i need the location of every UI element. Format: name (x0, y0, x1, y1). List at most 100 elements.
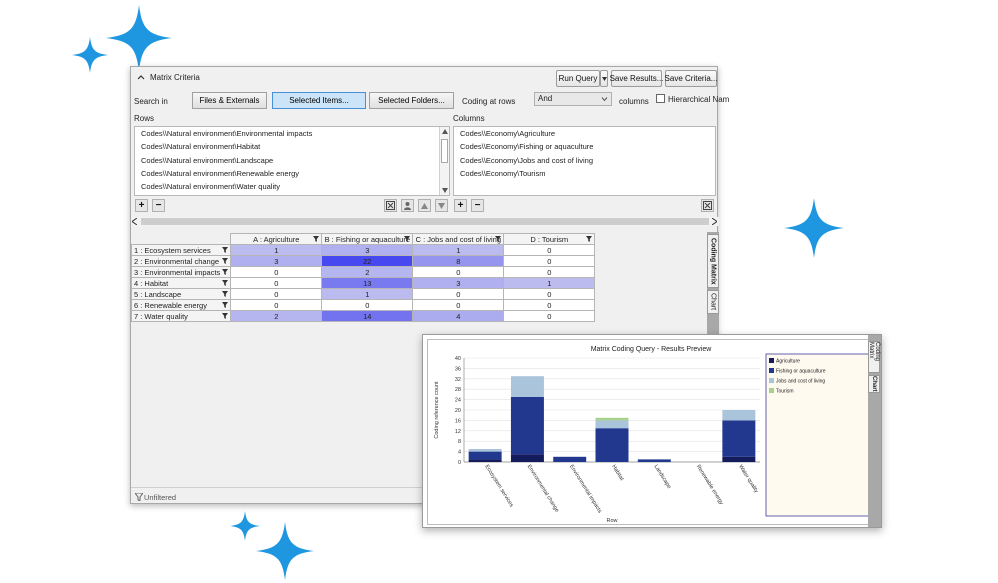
horizontal-scrollbar[interactable] (131, 217, 719, 226)
filter-icon[interactable] (222, 313, 229, 319)
matrix-cell[interactable]: 14 (321, 310, 414, 322)
matrix-cell[interactable]: 0 (503, 310, 596, 322)
matrix-cell[interactable]: 0 (412, 288, 505, 300)
matrix-cell[interactable]: 0 (412, 299, 505, 311)
run-query-dropdown-button[interactable] (600, 70, 608, 87)
clear-columns-button[interactable] (701, 199, 714, 212)
add-column-button[interactable]: + (454, 199, 467, 212)
list-item[interactable]: Codes\\Economy\Jobs and cost of living (454, 154, 715, 167)
operator-select[interactable]: And (534, 92, 612, 106)
matrix-cell[interactable]: 3 (230, 255, 323, 267)
legend-label: Agriculture (776, 359, 800, 365)
selected-folders-button[interactable]: Selected Folders... (369, 92, 454, 109)
matrix-cell[interactable]: 1 (503, 277, 596, 289)
tab-coding-matrix[interactable]: Coding Matrix (707, 234, 719, 288)
user-button[interactable] (401, 199, 414, 212)
matrix-cell[interactable]: 2 (230, 310, 323, 322)
remove-column-button[interactable]: − (471, 199, 484, 212)
chevron-down-icon (601, 97, 608, 102)
list-item[interactable]: Codes\\Natural environment\Habitat (135, 140, 449, 153)
filter-icon[interactable] (222, 269, 229, 275)
bar-segment (722, 420, 756, 457)
scroll-track[interactable] (141, 218, 709, 225)
bar-segment (637, 459, 671, 462)
scroll-right-icon[interactable] (712, 218, 717, 225)
sparkle-large-bottom (256, 522, 314, 580)
matrix-cell[interactable]: 1 (230, 244, 323, 256)
column-header[interactable]: D : Tourism (503, 233, 596, 245)
matrix-cell[interactable]: 0 (503, 244, 596, 256)
column-header[interactable]: C : Jobs and cost of living (412, 233, 505, 245)
scroll-thumb[interactable] (441, 139, 448, 163)
list-item[interactable]: Codes\\Natural environment\Environmental… (135, 127, 449, 140)
matrix-cell[interactable]: 22 (321, 255, 414, 267)
save-criteria-button[interactable]: Save Criteria... (665, 70, 717, 87)
tab-coding-matrix[interactable]: Coding Matrix (868, 341, 880, 373)
matrix-cell[interactable]: 0 (230, 299, 323, 311)
matrix-cell[interactable]: 4 (412, 310, 505, 322)
filter-icon[interactable] (222, 302, 229, 308)
row-header[interactable]: 7 : Water quality (130, 310, 232, 322)
filter-icon[interactable] (586, 236, 593, 242)
rows-scrollbar[interactable] (439, 127, 449, 195)
filter-icon[interactable] (222, 291, 229, 297)
filter-icon[interactable] (313, 236, 320, 242)
scroll-left-icon[interactable] (132, 218, 137, 225)
scroll-down-icon[interactable] (442, 188, 448, 193)
run-query-button[interactable]: Run Query (556, 70, 600, 87)
tab-chart[interactable]: Chart (707, 290, 719, 314)
bar-segment (510, 376, 544, 397)
matrix-cell[interactable]: 8 (412, 255, 505, 267)
matrix-cell[interactable]: 0 (503, 288, 596, 300)
add-row-button[interactable]: + (135, 199, 148, 212)
matrix-cell[interactable]: 13 (321, 277, 414, 289)
clear-rows-button[interactable] (384, 199, 397, 212)
column-header[interactable]: A : Agriculture (230, 233, 323, 245)
list-item[interactable]: Codes\\Natural environment\Renewable ene… (135, 167, 449, 180)
save-results-button[interactable]: Save Results... (610, 70, 663, 87)
matrix-cell[interactable]: 3 (412, 277, 505, 289)
row-header[interactable]: 6 : Renewable energy (130, 299, 232, 311)
sparkle-large-top-left (106, 5, 172, 71)
list-item[interactable]: Codes\\Economy\Fishing or aquaculture (454, 140, 715, 153)
tab-chart[interactable]: Chart (868, 375, 880, 393)
filter-icon[interactable] (222, 247, 229, 253)
matrix-cell[interactable]: 0 (321, 299, 414, 311)
move-up-button[interactable] (418, 199, 431, 212)
legend-label: Tourism (776, 389, 794, 395)
list-item[interactable]: Codes\\Natural environment\Water quality (135, 180, 449, 193)
filter-icon[interactable] (222, 258, 229, 264)
row-header[interactable]: 1 : Ecosystem services (130, 244, 232, 256)
hierarchical-name-checkbox[interactable] (656, 94, 665, 103)
remove-row-button[interactable]: − (152, 199, 165, 212)
list-item[interactable]: Codes\\Economy\Agriculture (454, 127, 715, 140)
matrix-cell[interactable]: 3 (321, 244, 414, 256)
row-header[interactable]: 4 : Habitat (130, 277, 232, 289)
column-header[interactable]: B : Fishing or aquaculture (321, 233, 414, 245)
move-down-button[interactable] (435, 199, 448, 212)
matrix-cell[interactable]: 1 (412, 244, 505, 256)
matrix-cell[interactable]: 0 (230, 277, 323, 289)
matrix-cell[interactable]: 0 (230, 288, 323, 300)
selected-items-button[interactable]: Selected Items... (272, 92, 366, 109)
matrix-cell[interactable]: 0 (412, 266, 505, 278)
list-item[interactable]: Codes\\Economy\Tourism (454, 167, 715, 180)
y-tick-label: 12 (455, 429, 461, 435)
list-item[interactable]: Codes\\Natural environment\Landscape (135, 154, 449, 167)
criteria-title: Matrix Criteria (150, 73, 200, 82)
scroll-up-icon[interactable] (442, 129, 448, 134)
matrix-cell[interactable]: 0 (503, 255, 596, 267)
row-header[interactable]: 5 : Landscape (130, 288, 232, 300)
collapse-chevron-icon[interactable] (136, 72, 146, 82)
row-header[interactable]: 3 : Environmental impacts (130, 266, 232, 278)
row-header[interactable]: 2 : Environmental change (130, 255, 232, 267)
matrix-cell[interactable]: 1 (321, 288, 414, 300)
matrix-cell[interactable]: 0 (503, 266, 596, 278)
matrix-cell[interactable]: 2 (321, 266, 414, 278)
matrix-cell[interactable]: 0 (230, 266, 323, 278)
filter-icon[interactable] (404, 236, 411, 242)
files-externals-button[interactable]: Files & Externals (192, 92, 267, 109)
matrix-cell[interactable]: 0 (503, 299, 596, 311)
filter-icon[interactable] (495, 236, 502, 242)
filter-icon[interactable] (222, 280, 229, 286)
